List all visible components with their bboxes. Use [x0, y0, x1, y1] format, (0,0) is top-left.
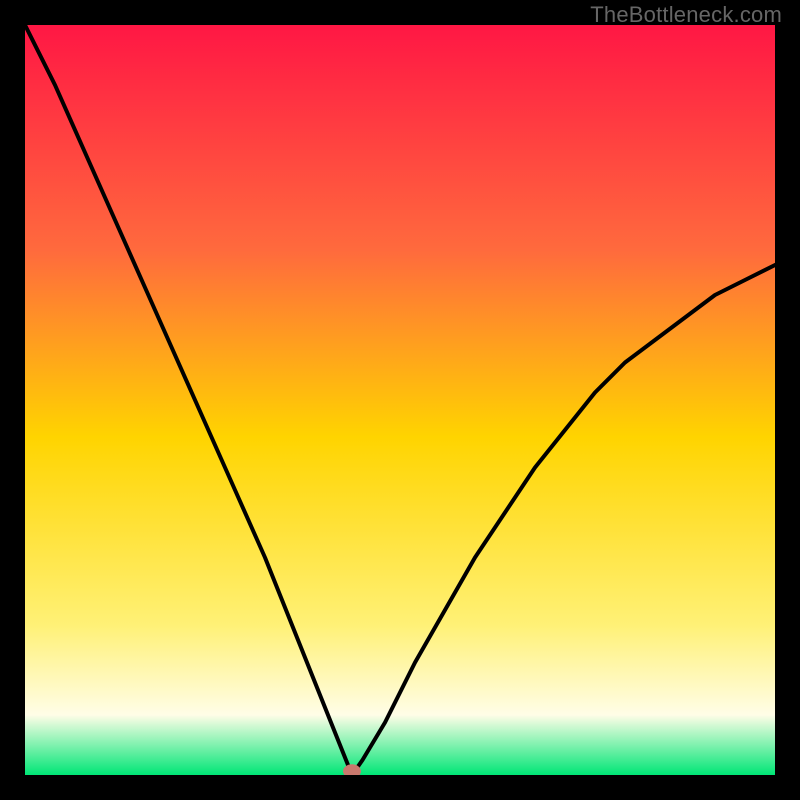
- bottleneck-chart: [25, 25, 775, 775]
- watermark-text: TheBottleneck.com: [590, 2, 782, 27]
- gradient-background: [25, 25, 775, 775]
- chart-frame: TheBottleneck.com: [0, 0, 800, 800]
